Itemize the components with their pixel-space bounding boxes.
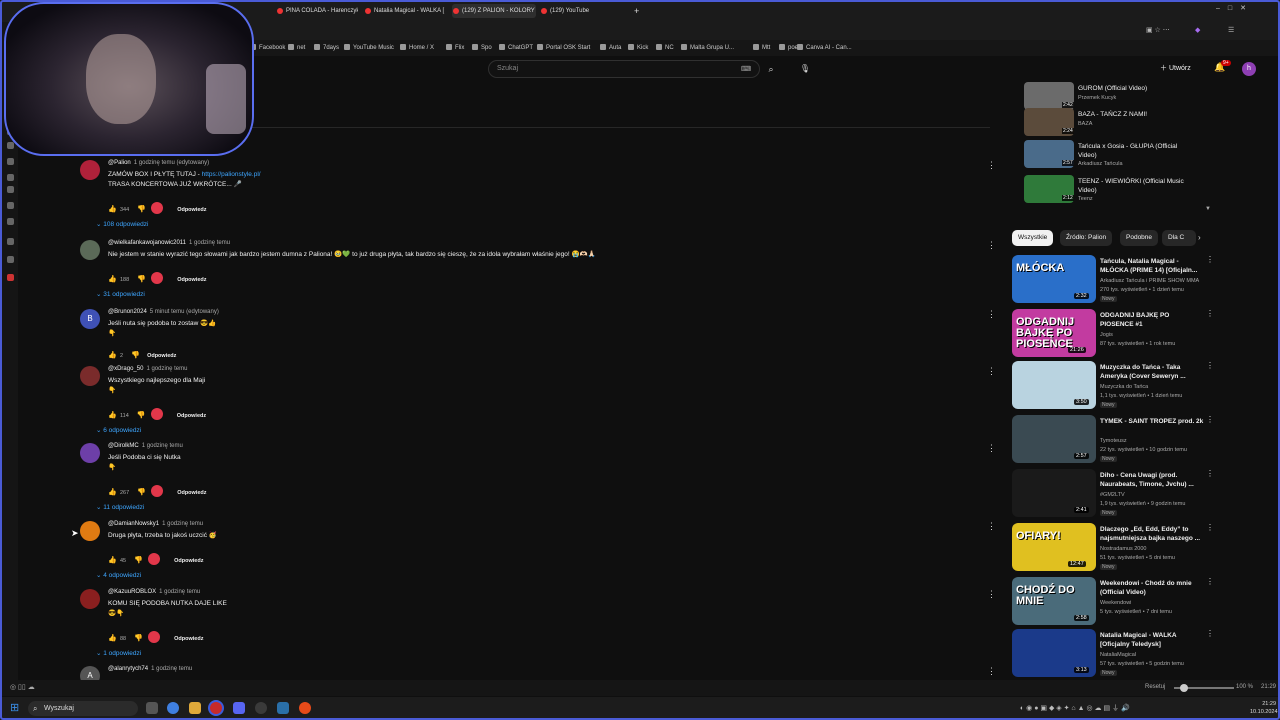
- window-frame: [0, 0, 1280, 720]
